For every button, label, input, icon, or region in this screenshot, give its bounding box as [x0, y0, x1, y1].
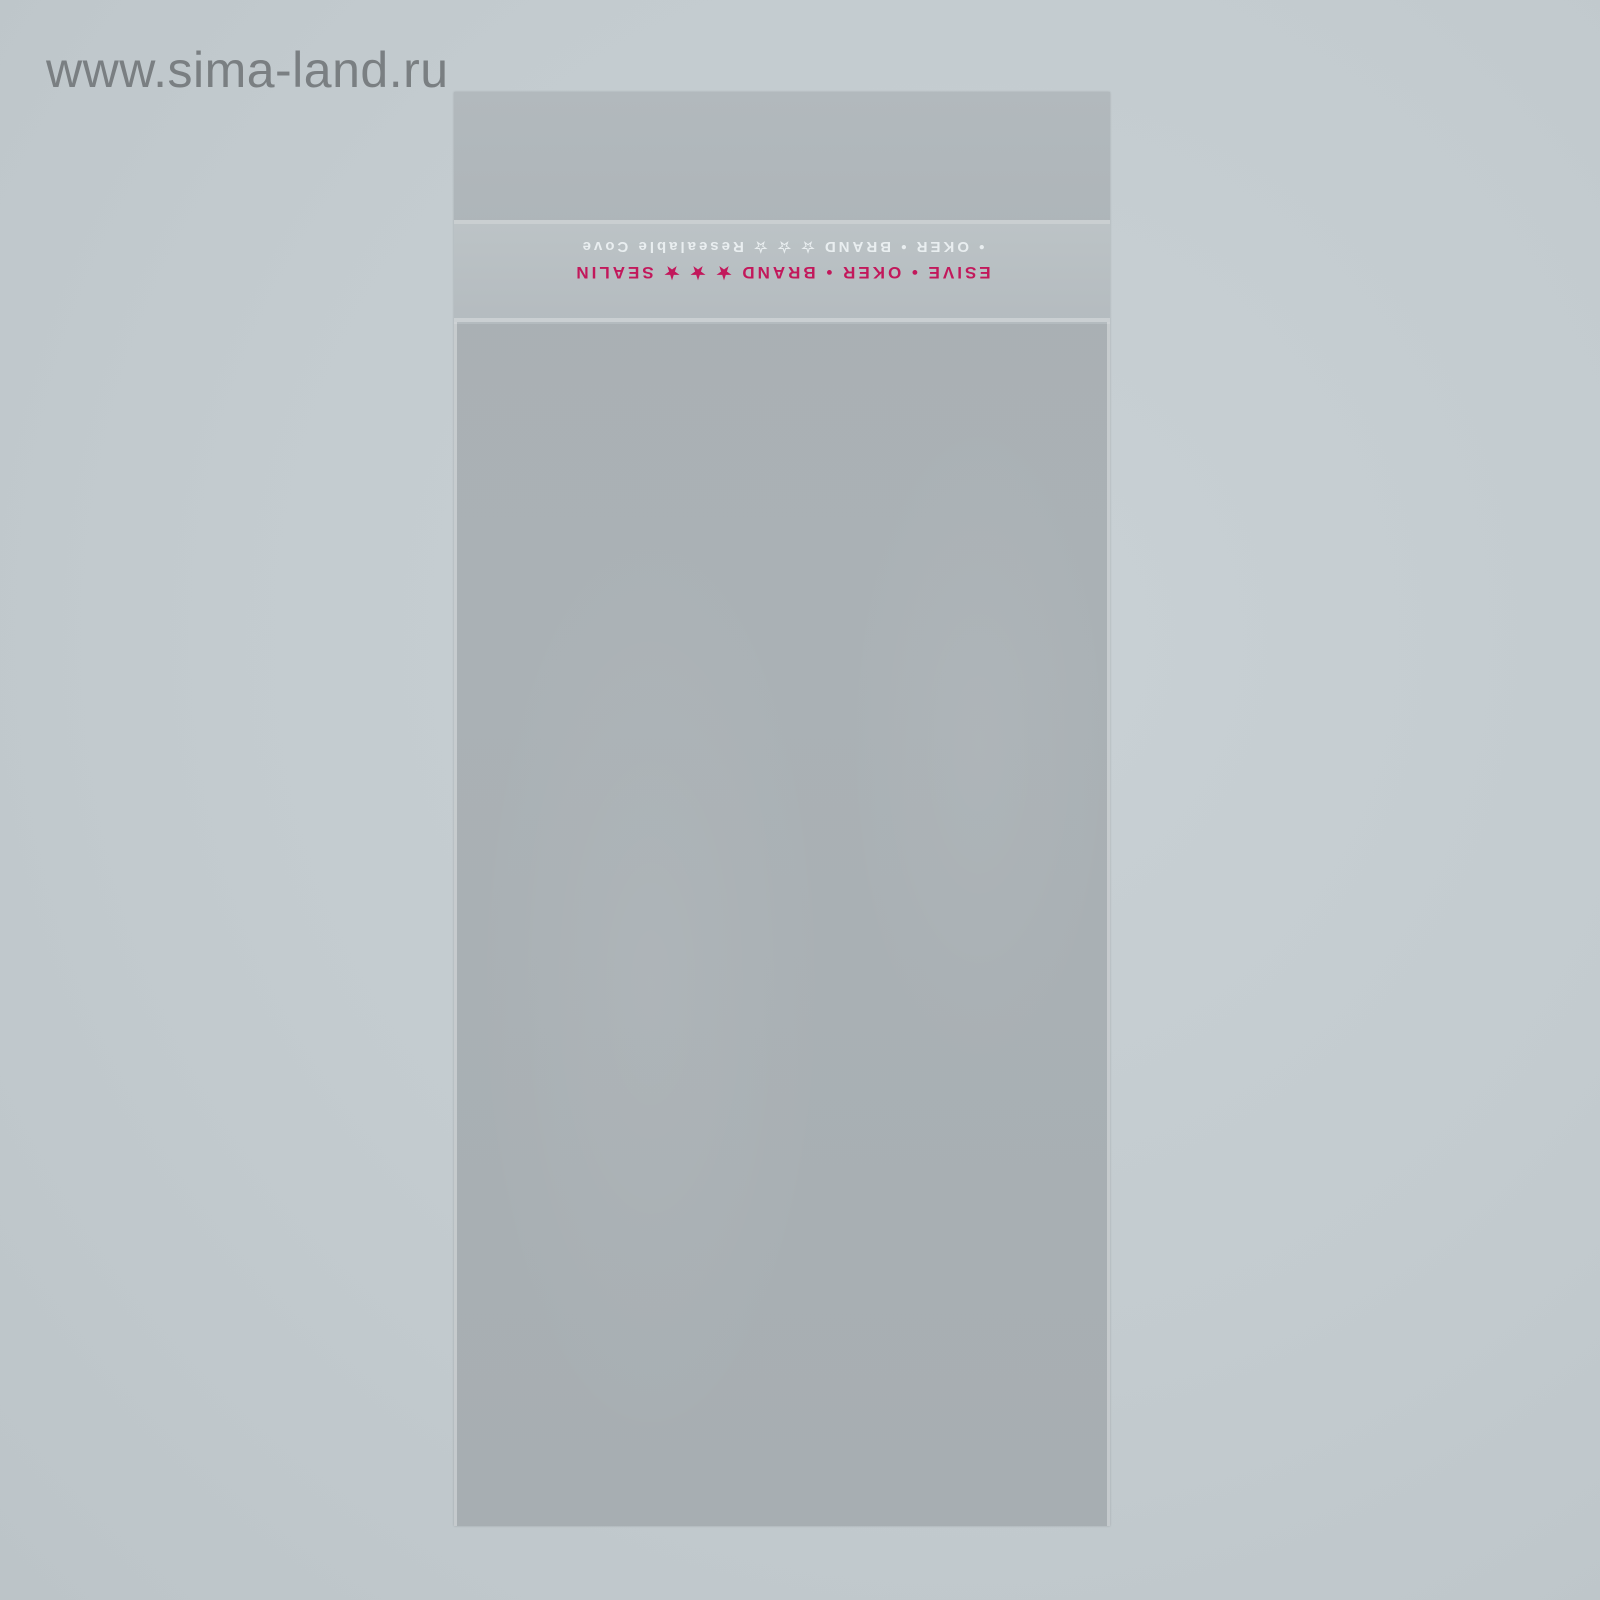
tape-print-white: • OKER • BRAND ☆ ☆ ☆ Resealable Cove — [579, 238, 985, 255]
watermark-text: www.sima-land.ru — [46, 42, 449, 98]
tape-edge-line — [454, 318, 1110, 322]
right-seam — [1107, 322, 1110, 1526]
adhesive-tape-strip: • OKER • BRAND ☆ ☆ ☆ Resealable Cove ESI… — [454, 224, 1110, 324]
left-seam — [454, 322, 457, 1526]
cellophane-bag: • OKER • BRAND ☆ ☆ ☆ Resealable Cove ESI… — [454, 92, 1110, 1526]
bag-flap — [454, 92, 1110, 230]
tape-print-red: ESIVE • OKER • BRAND ★ ★ ★ SEALIN — [573, 263, 991, 282]
